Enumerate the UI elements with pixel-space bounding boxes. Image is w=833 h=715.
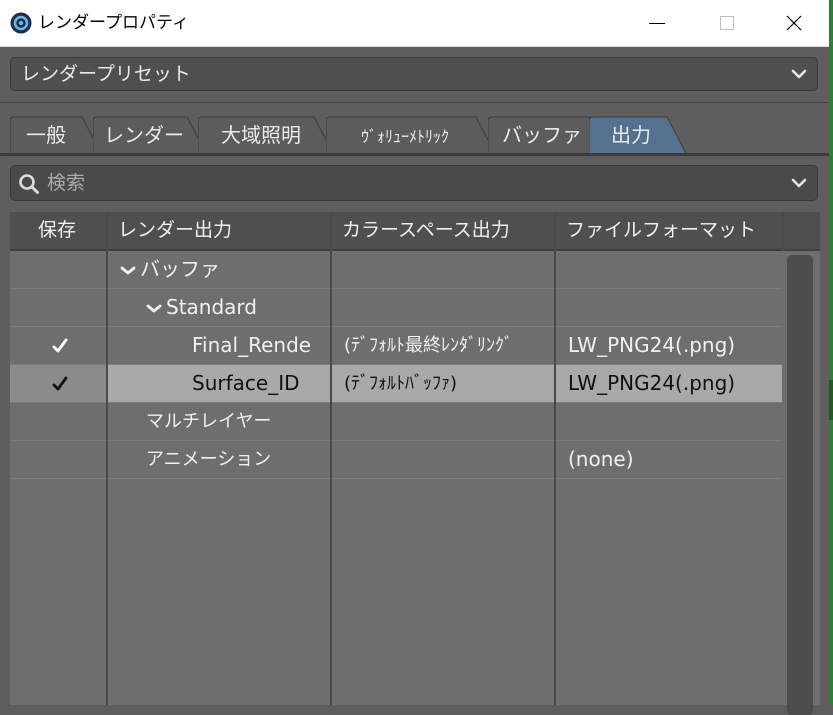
table-row[interactable]: バッファ <box>10 251 782 289</box>
tab-volumetric[interactable]: ｳﾞｫﾘｭｰﾒﾄﾘｯｸ <box>326 115 496 155</box>
tab-output[interactable]: 出力 <box>589 115 687 155</box>
file-format-cell[interactable]: (none) <box>556 441 794 478</box>
render-output-cell: Standard <box>108 289 368 326</box>
tab-label: ｳﾞｫﾘｭｰﾒﾄﾘｯｸ <box>360 127 449 146</box>
checkmark-icon <box>52 376 68 391</box>
colorspace-cell[interactable]: (ﾃﾞﾌｫﾙﾄ最終ﾚﾝﾀﾞﾘﾝｸﾞ <box>332 327 566 364</box>
search-field[interactable]: 検索 <box>10 165 818 201</box>
table-header: 保存 レンダー出力 カラースペース出力 ファイルフォーマット <box>10 212 820 251</box>
render-output-name: アニメーション <box>146 449 272 470</box>
window-title: レンダープロパティ <box>38 13 189 33</box>
tab-label: 一般 <box>26 123 66 147</box>
maximize-button[interactable] <box>692 0 762 46</box>
tab-render[interactable]: レンダー <box>93 115 207 155</box>
tab-bar: 一般 レンダー 大域照明 ｳﾞｫﾘｭｰﾒﾄﾘｯｸ バッファ 出力 <box>0 115 829 155</box>
save-cell[interactable] <box>10 441 106 478</box>
column-header-save[interactable]: 保存 <box>38 212 76 249</box>
tab-underline <box>0 153 829 156</box>
colorspace-cell <box>332 403 566 440</box>
save-cell[interactable] <box>10 289 106 326</box>
colorspace-cell <box>332 289 566 326</box>
table-row[interactable]: アニメーション (none) <box>10 441 782 479</box>
checkmark-icon <box>52 338 68 353</box>
file-format-cell[interactable]: LW_PNG24(.png) <box>556 365 794 402</box>
maximize-icon <box>720 16 734 30</box>
save-cell[interactable] <box>10 327 106 364</box>
tab-label: レンダー <box>104 123 184 147</box>
render-output-name: マルチレイヤー <box>146 411 272 432</box>
column-divider <box>106 212 108 705</box>
column-divider <box>554 212 556 705</box>
table-row[interactable]: Standard <box>10 289 782 327</box>
colorspace-cell[interactable]: (ﾃﾞﾌｫﾙﾄﾊﾞｯﾌｧ) <box>332 365 566 402</box>
background-window-edge <box>829 0 833 705</box>
column-divider <box>330 212 332 705</box>
output-table: 保存 レンダー出力 カラースペース出力 ファイルフォーマット バッファ Stan… <box>10 212 820 715</box>
table-row[interactable]: マルチレイヤー <box>10 403 782 441</box>
render-preset-value: レンダープリセット <box>21 63 191 85</box>
tab-label: バッファ <box>502 123 582 147</box>
close-icon <box>786 15 802 31</box>
column-header-colorspace-output[interactable]: カラースペース出力 <box>342 212 510 249</box>
minimize-button[interactable] <box>622 0 692 46</box>
tab-label: 出力 <box>611 123 651 147</box>
render-output-name: Standard <box>166 295 257 319</box>
title-bar: レンダープロパティ <box>0 0 829 47</box>
column-header-render-output[interactable]: レンダー出力 <box>118 212 232 249</box>
chevron-down-icon <box>791 178 807 188</box>
render-preset-dropdown[interactable]: レンダープリセット <box>10 57 818 91</box>
file-format-cell <box>556 289 794 326</box>
file-format-cell[interactable]: LW_PNG24(.png) <box>556 327 794 364</box>
save-cell[interactable] <box>10 365 106 402</box>
tab-general[interactable]: 一般 <box>10 115 102 155</box>
column-header-file-format[interactable]: ファイルフォーマット <box>566 212 756 249</box>
save-cell[interactable] <box>10 251 106 288</box>
colorspace-cell <box>332 441 566 478</box>
save-cell[interactable] <box>10 403 106 440</box>
tab-label: 大域照明 <box>221 123 301 147</box>
table-row-selected[interactable]: Surface_ID (ﾃﾞﾌｫﾙﾄﾊﾞｯﾌｧ) LW_PNG24(.png) <box>10 365 782 403</box>
file-format-cell <box>556 251 794 288</box>
scrollbar-thumb[interactable] <box>787 255 813 715</box>
chevron-down-icon[interactable] <box>120 266 136 276</box>
divider <box>0 102 829 103</box>
close-button[interactable] <box>759 0 829 46</box>
search-icon <box>19 174 39 194</box>
app-logo-icon <box>10 12 32 34</box>
render-output-name: バッファ <box>140 257 220 281</box>
vertical-scrollbar[interactable] <box>782 251 820 715</box>
file-format-cell <box>556 403 794 440</box>
search-placeholder: 検索 <box>47 172 86 194</box>
chevron-down-icon <box>791 69 807 79</box>
render-output-cell: バッファ <box>108 251 342 288</box>
table-row[interactable]: Final_Rende (ﾃﾞﾌｫﾙﾄ最終ﾚﾝﾀﾞﾘﾝｸﾞ LW_PNG24(.… <box>10 327 782 365</box>
colorspace-cell <box>332 251 566 288</box>
tab-global-illumination[interactable]: 大域照明 <box>198 115 334 155</box>
chevron-down-icon[interactable] <box>146 304 162 314</box>
minimize-icon <box>649 23 665 24</box>
